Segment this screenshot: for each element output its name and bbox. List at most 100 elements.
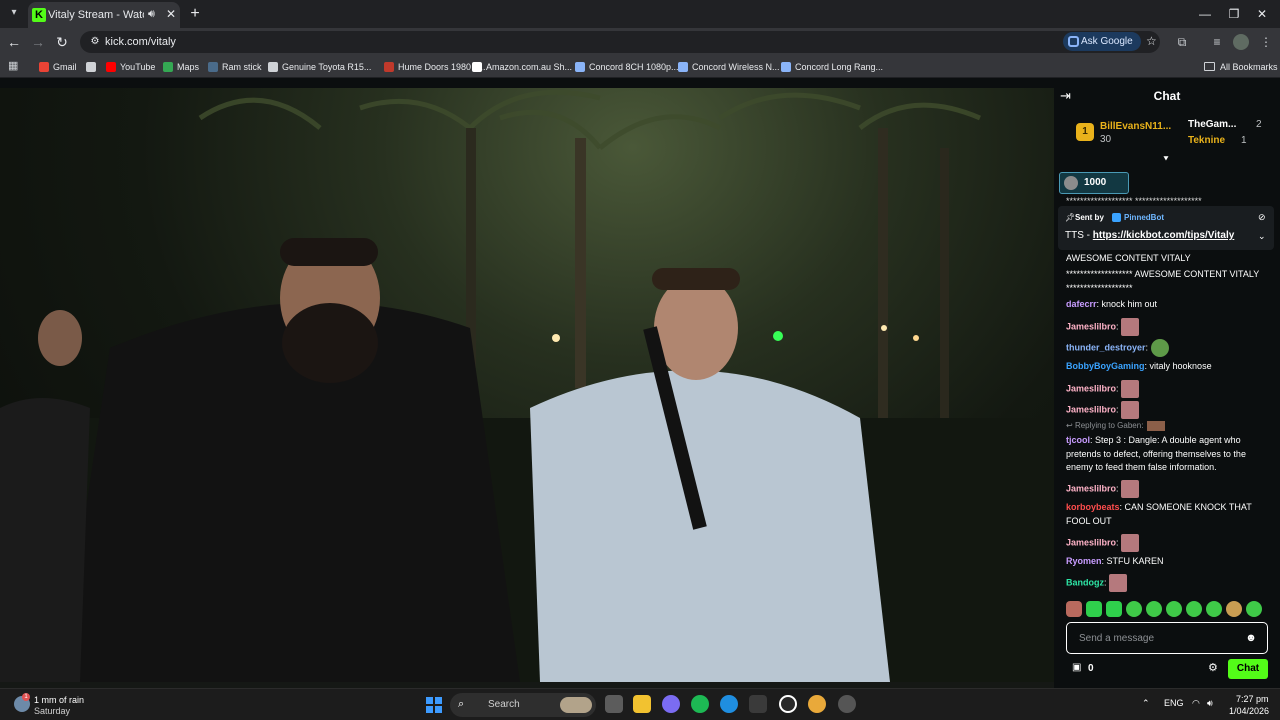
- maps-icon: [163, 62, 173, 72]
- address-bar[interactable]: ⚙ kick.com/vitaly Ask Google ☆: [80, 31, 1160, 53]
- chat-username[interactable]: Jameslilbro: [1066, 404, 1116, 414]
- site-info-icon[interactable]: ⚙: [88, 35, 102, 49]
- emote-button[interactable]: [1246, 601, 1262, 617]
- window-close-icon[interactable]: ✕: [1253, 5, 1271, 23]
- leader-3-name[interactable]: Teknine: [1188, 135, 1225, 146]
- app-icon[interactable]: [779, 695, 797, 713]
- expand-leaderboard-icon[interactable]: ⯆: [1160, 154, 1172, 164]
- profile-avatar[interactable]: [1233, 34, 1249, 50]
- bookmark-item[interactable]: Concord Wireless N...: [678, 60, 780, 74]
- bookmark-item[interactable]: Maps: [163, 60, 199, 74]
- task-view-icon[interactable]: [605, 695, 623, 713]
- bookmark-item[interactable]: Concord 8CH 1080p...: [575, 60, 679, 74]
- chat-message-input[interactable]: [1079, 630, 1239, 646]
- bookmark-item[interactable]: Gmail: [39, 60, 77, 74]
- windows-start-icon[interactable]: [426, 697, 442, 713]
- emote-button[interactable]: [1146, 601, 1162, 617]
- emote-image: [1147, 421, 1166, 431]
- all-bookmarks-button[interactable]: All Bookmarks: [1204, 60, 1278, 74]
- bookmark-star-icon[interactable]: ☆: [1146, 34, 1160, 48]
- chat-username[interactable]: BobbyBoyGaming: [1066, 361, 1145, 371]
- toyota-icon: [268, 62, 278, 72]
- taskbar-search[interactable]: ⌕ Search: [450, 693, 596, 717]
- bookmark-item[interactable]: Genuine Toyota R15...: [268, 60, 371, 74]
- emote-button[interactable]: [1166, 601, 1182, 617]
- back-icon[interactable]: ←: [6, 34, 22, 50]
- unpin-icon[interactable]: ⊘: [1258, 212, 1266, 223]
- volume-icon[interactable]: 🔊︎: [1207, 698, 1213, 709]
- bookmark-item[interactable]: Amazon.com.au Sh...: [472, 60, 572, 74]
- chat-username[interactable]: Jameslilbro: [1066, 321, 1116, 331]
- new-tab-button[interactable]: +: [186, 5, 204, 23]
- browser-tab[interactable]: K Vitaly Stream - Watch Live o 🔊︎ ✕: [28, 2, 180, 28]
- url-text[interactable]: kick.com/vitaly: [105, 35, 176, 49]
- apps-grid-icon[interactable]: ▦: [8, 60, 20, 72]
- emote-button[interactable]: [1126, 601, 1142, 617]
- bookmark-item[interactable]: YouTube: [106, 60, 155, 74]
- emote-button[interactable]: [1086, 601, 1102, 617]
- menu-kebab-icon[interactable]: ⋮: [1258, 34, 1274, 50]
- bookmark-item[interactable]: Hume Doors 1980 x...: [384, 60, 486, 74]
- edge-icon[interactable]: [720, 695, 738, 713]
- chat-username[interactable]: Bandogz: [1066, 577, 1104, 587]
- bookmark-item[interactable]: Ram stick: [208, 60, 262, 74]
- emote-image: [1150, 339, 1169, 357]
- chevron-down-icon[interactable]: ⌄: [1258, 231, 1266, 242]
- chat-username[interactable]: Ryomen: [1066, 556, 1102, 566]
- chat-username[interactable]: Jameslilbro: [1066, 383, 1116, 393]
- collapse-chat-icon[interactable]: ⇥: [1060, 89, 1074, 103]
- chat-message-text: ******************* AWESOME CONTENT VITA…: [1066, 269, 1260, 293]
- emote-button[interactable]: [1106, 601, 1122, 617]
- file-explorer-icon[interactable]: [633, 695, 651, 713]
- bookmark-item[interactable]: Concord Long Rang...: [781, 60, 883, 74]
- bookmark-label: Concord Wireless N...: [692, 62, 780, 72]
- wifi-icon[interactable]: ◠: [1192, 698, 1200, 709]
- spotify-icon[interactable]: [691, 695, 709, 713]
- pinned-link[interactable]: https://kickbot.com/tips/Vitaly: [1093, 230, 1235, 241]
- video-player[interactable]: [0, 88, 1054, 682]
- emoji-icon[interactable]: ☻: [1245, 632, 1257, 644]
- chat-message: Jameslilbro:: [1066, 401, 1272, 419]
- emote-button[interactable]: [1066, 601, 1082, 617]
- ask-google-button[interactable]: Ask Google: [1063, 32, 1141, 51]
- emote-button[interactable]: [1186, 601, 1202, 617]
- close-icon[interactable]: ✕: [164, 7, 178, 21]
- extensions-icon[interactable]: ⧉: [1174, 34, 1190, 50]
- chevron-up-icon[interactable]: ⌃: [1142, 698, 1150, 709]
- chat-message: dafecrr: knock him out: [1066, 299, 1158, 309]
- chat-username[interactable]: thunder_destroyer: [1066, 342, 1146, 352]
- clock-time[interactable]: 7:27 pm: [1236, 694, 1269, 704]
- emote-button[interactable]: [1226, 601, 1242, 617]
- minimize-icon[interactable]: —: [1196, 5, 1214, 23]
- emote-button[interactable]: [1206, 601, 1222, 617]
- gear-icon[interactable]: ⚙: [1208, 662, 1220, 674]
- tab-search-icon[interactable]: ▾: [6, 5, 22, 21]
- app-icon[interactable]: [838, 695, 856, 713]
- speaker-icon[interactable]: 🔊︎: [148, 8, 160, 22]
- bookmark-item[interactable]: [86, 60, 100, 74]
- reading-list-icon[interactable]: ≡: [1209, 34, 1225, 50]
- bookmark-label: Concord Long Rang...: [795, 62, 884, 72]
- leader-1-name[interactable]: BillEvansN11...: [1100, 121, 1171, 132]
- weather-text[interactable]: 1 mm of rain: [34, 695, 84, 705]
- chat-send-button[interactable]: Chat: [1228, 659, 1268, 679]
- chat-username[interactable]: Jameslilbro: [1066, 537, 1116, 547]
- chat-username[interactable]: tjcool: [1066, 435, 1090, 445]
- chat-username[interactable]: Jameslilbro: [1066, 483, 1116, 493]
- language-indicator[interactable]: ENG: [1164, 698, 1184, 708]
- reply-context[interactable]: ↩ Replying to Gaben:: [1066, 421, 1166, 431]
- points-icon[interactable]: ▣: [1072, 662, 1084, 674]
- chat-username[interactable]: dafecrr: [1066, 299, 1097, 309]
- reload-icon[interactable]: ↻: [54, 34, 70, 50]
- restore-icon[interactable]: ❐: [1225, 5, 1243, 23]
- avatar: [1064, 176, 1078, 190]
- tip-goal-box[interactable]: 1000: [1059, 172, 1129, 194]
- store-icon[interactable]: [749, 695, 767, 713]
- forward-icon[interactable]: →: [30, 34, 46, 50]
- pinned-bot-name[interactable]: PinnedBot: [1124, 213, 1164, 222]
- chat-username[interactable]: korboybeats: [1066, 502, 1120, 512]
- leader-2-name[interactable]: TheGam...: [1188, 119, 1236, 130]
- chrome-icon[interactable]: [808, 695, 826, 713]
- clock-date[interactable]: 1/04/2026: [1229, 706, 1269, 716]
- copilot-icon[interactable]: [662, 695, 680, 713]
